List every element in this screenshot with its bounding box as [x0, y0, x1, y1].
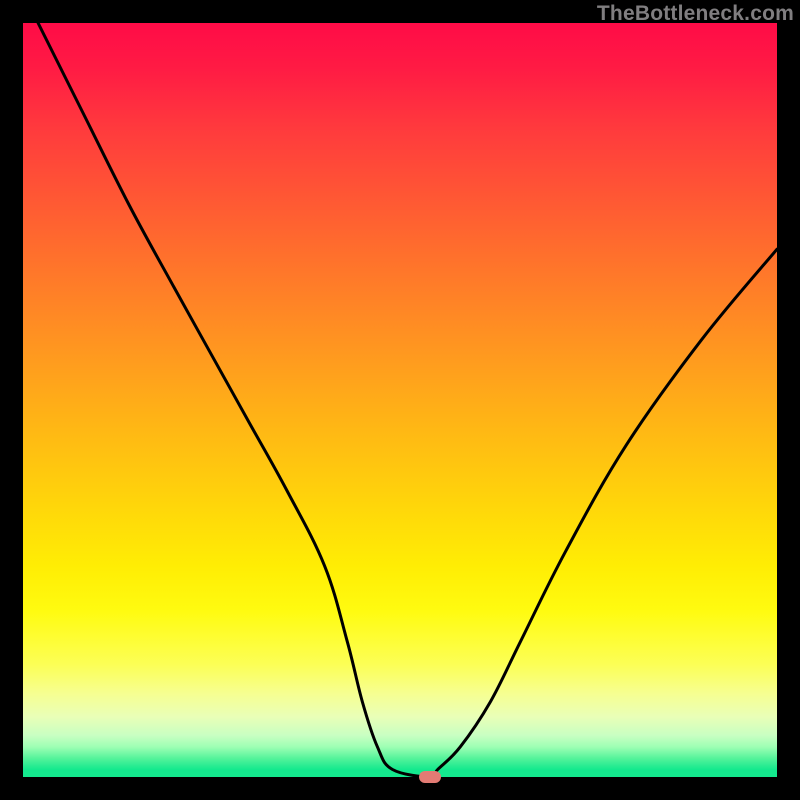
plot-area	[23, 23, 777, 777]
watermark-text: TheBottleneck.com	[597, 2, 794, 26]
chart-frame: TheBottleneck.com	[0, 0, 800, 800]
bottleneck-curve	[23, 23, 777, 777]
optimal-point-marker	[419, 771, 441, 783]
